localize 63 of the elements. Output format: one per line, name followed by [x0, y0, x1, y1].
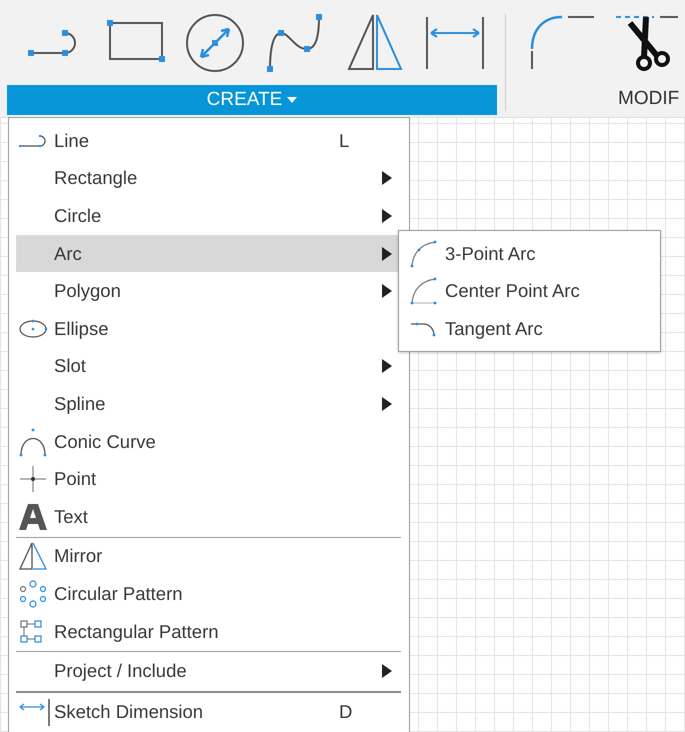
menu-item[interactable]: Arc — [16, 234, 401, 272]
menu-item[interactable]: Sketch Dimension D — [16, 692, 401, 730]
menu-item-label: Rectangle — [54, 167, 138, 190]
menu-item[interactable]: Circle — [16, 197, 401, 235]
menu-item-label: Circle — [54, 204, 102, 227]
mirror-icon — [18, 541, 48, 572]
menu-item-label: Arc — [54, 242, 82, 265]
menu-item-label: Project / Include — [54, 660, 187, 682]
menu-item-label: Polygon — [54, 280, 121, 302]
submenu-arrow-icon — [382, 359, 392, 374]
menu-item-label: Slot — [54, 355, 86, 378]
submenu-arrow-icon — [382, 246, 392, 261]
submenu-arrow-icon — [382, 396, 392, 411]
menu-item[interactable]: Conic Curve — [16, 422, 401, 460]
submenu-arrow-icon — [382, 284, 392, 298]
submenu-item[interactable]: Center Point Arc — [407, 272, 652, 310]
mirror-icon[interactable] — [345, 13, 405, 73]
menu-item-label: Ellipse — [54, 318, 108, 340]
menu-item[interactable]: Text — [16, 498, 401, 536]
submenu-arrow-icon — [382, 208, 392, 223]
circle-icon[interactable] — [185, 13, 245, 73]
menu-item-label: Text — [54, 506, 88, 528]
menu-item[interactable]: Line L — [16, 122, 401, 160]
menu-item-label: Point — [54, 468, 96, 490]
menu-item-label: Rectangular Pattern — [54, 620, 219, 643]
menu-item-label: Spline — [54, 392, 106, 415]
arc-icon — [409, 276, 439, 306]
circular-pattern-icon — [18, 578, 48, 609]
arch-curve-icon — [18, 426, 48, 457]
menu-item[interactable]: Circular Pattern — [16, 575, 401, 613]
submenu-item-label: Center Point Arc — [445, 280, 580, 302]
line-icon — [18, 134, 48, 148]
submenu-item-label: Tangent Arc — [445, 318, 543, 340]
modify-label[interactable]: MODIF — [514, 88, 685, 110]
submenu-item-label: 3-Point Arc — [445, 242, 536, 265]
menu-item-label: Mirror — [54, 545, 102, 568]
submenu-item[interactable]: Tangent Arc — [407, 310, 652, 348]
menu-item[interactable]: Mirror — [16, 538, 401, 576]
menu-item-label: Circular Pattern — [54, 582, 183, 605]
menu-item[interactable]: Point — [16, 460, 401, 498]
shortcut-key: D — [339, 700, 352, 723]
menu-item-label: Line — [54, 130, 89, 152]
scissors-icon[interactable] — [614, 13, 680, 73]
menu-item[interactable]: Rectangular Pattern — [16, 612, 401, 650]
menu-item[interactable]: Spline — [16, 385, 401, 423]
shortcut-key: L — [339, 130, 350, 152]
menu-item-label: Conic Curve — [54, 430, 156, 453]
caret-icon — [287, 97, 298, 103]
point-icon — [18, 464, 48, 494]
menu-item[interactable]: Project / Include — [16, 652, 401, 690]
dimension-icon — [18, 696, 52, 727]
submenu-item[interactable]: 3-Point Arc — [407, 235, 652, 273]
menu-item[interactable]: Rectangle — [16, 160, 401, 198]
submenu-arrow-icon — [382, 171, 392, 186]
submenu-arrow-icon — [382, 664, 392, 678]
arc-icon — [409, 238, 439, 269]
text-tool-icon — [18, 502, 48, 532]
menu-item[interactable]: Slot — [16, 348, 401, 386]
menu-item[interactable]: Ellipse — [16, 310, 401, 348]
menu-item[interactable]: Polygon — [16, 272, 401, 310]
ellipse-icon — [18, 318, 48, 339]
menu-item-label: Sketch Dimension — [54, 700, 204, 723]
spline-icon[interactable] — [265, 13, 325, 73]
